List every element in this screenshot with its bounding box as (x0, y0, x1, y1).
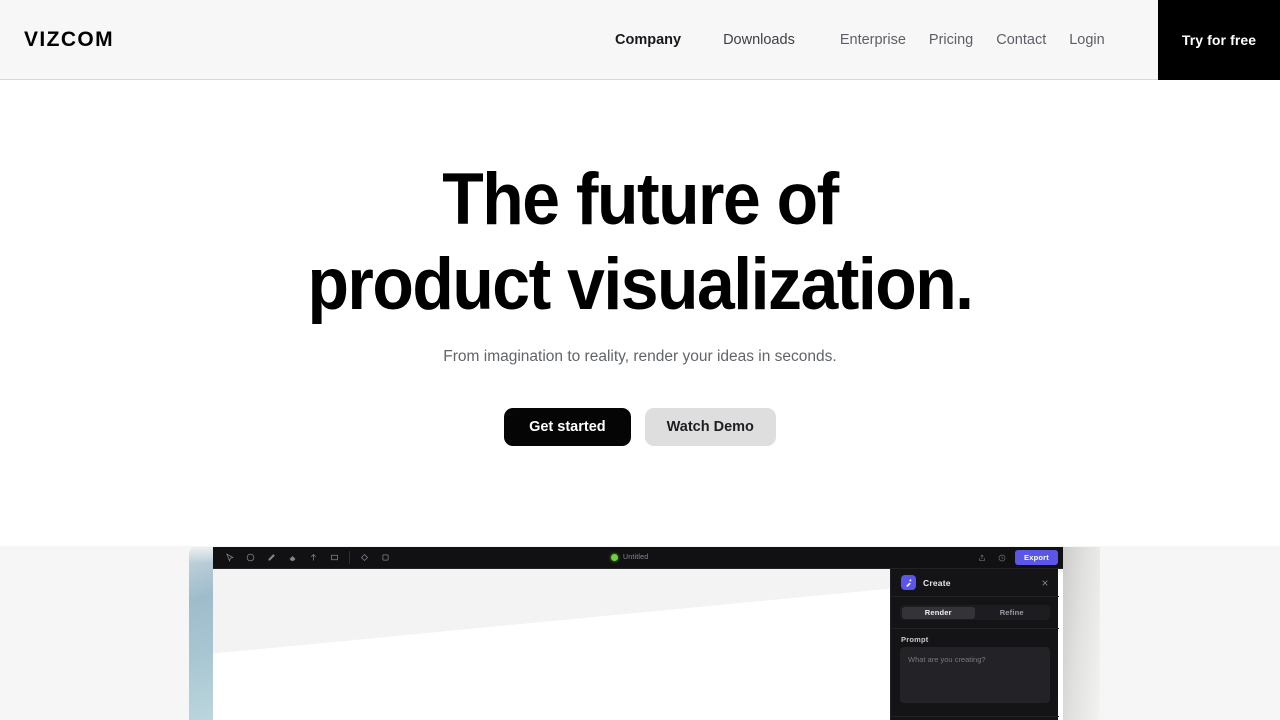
export-button[interactable]: Export (1015, 550, 1058, 565)
hero-cta-row: Get started Watch Demo (0, 408, 1280, 446)
app-window-mockup: Untitled Export Create Render Refine Pro… (213, 547, 1063, 720)
hero-subtitle: From imagination to reality, render your… (443, 348, 837, 365)
device-right-bezel (1060, 547, 1100, 720)
share-icon[interactable] (975, 551, 988, 564)
create-panel-header: Create (891, 569, 1059, 597)
prompt-label: Prompt (901, 635, 929, 644)
status-indicator-dot (611, 554, 618, 561)
prompt-placeholder: What are you creating? (908, 655, 986, 664)
headline-line-2: product visualization. (307, 244, 974, 325)
ellipse-icon[interactable] (242, 549, 259, 566)
document-status: Untitled (611, 547, 648, 568)
toolbar-right-group: Export (975, 547, 1058, 568)
cursor-icon[interactable] (221, 549, 238, 566)
shape-icon[interactable] (305, 549, 322, 566)
create-panel-title: Create (923, 577, 951, 588)
top-navigation-bar: VIZCOM Company Downloads Enterprise Pric… (0, 0, 1280, 80)
toolbar-divider (349, 551, 350, 564)
rectangle-icon[interactable] (326, 549, 343, 566)
nav-item-contact[interactable]: Contact (996, 32, 1046, 47)
eraser-icon[interactable] (284, 549, 301, 566)
try-for-free-button[interactable]: Try for free (1158, 0, 1280, 80)
layers-icon[interactable] (377, 549, 394, 566)
close-icon[interactable] (1041, 579, 1049, 587)
product-showcase-section: Untitled Export Create Render Refine Pro… (0, 546, 1280, 720)
nav-item-enterprise[interactable]: Enterprise (840, 32, 906, 47)
pen-icon[interactable] (263, 549, 280, 566)
create-panel-divider (891, 628, 1059, 629)
toolbar-tool-group (219, 547, 396, 568)
document-name: Untitled (623, 554, 649, 561)
tab-render[interactable]: Render (901, 606, 975, 619)
create-panel-divider-2 (891, 716, 1059, 717)
tab-refine[interactable]: Refine (975, 607, 1049, 619)
nav-links: Company Downloads Enterprise Pricing Con… (615, 32, 1105, 47)
watch-demo-button[interactable]: Watch Demo (644, 408, 776, 446)
history-icon[interactable] (995, 551, 1008, 564)
nav-item-downloads[interactable]: Downloads (723, 32, 795, 47)
hero-section: The future of product visualization. Fro… (0, 80, 1280, 546)
create-panel-tabs: Render Refine (900, 605, 1050, 620)
page-title: The future of product visualization. (45, 163, 1235, 321)
create-panel: Create Render Refine Prompt What are you… (890, 569, 1059, 720)
brand-logo[interactable]: VIZCOM (24, 28, 114, 52)
mask-icon[interactable] (356, 549, 373, 566)
magic-wand-icon (901, 575, 916, 590)
device-bezel-highlight (189, 547, 215, 563)
device-left-bezel (189, 547, 215, 720)
get-started-button[interactable]: Get started (504, 408, 631, 446)
nav-item-company[interactable]: Company (615, 32, 681, 47)
headline-line-1: The future of (442, 159, 839, 240)
nav-item-pricing[interactable]: Pricing (929, 32, 973, 47)
nav-item-login[interactable]: Login (1069, 32, 1104, 47)
app-toolbar: Untitled Export (213, 547, 1063, 569)
